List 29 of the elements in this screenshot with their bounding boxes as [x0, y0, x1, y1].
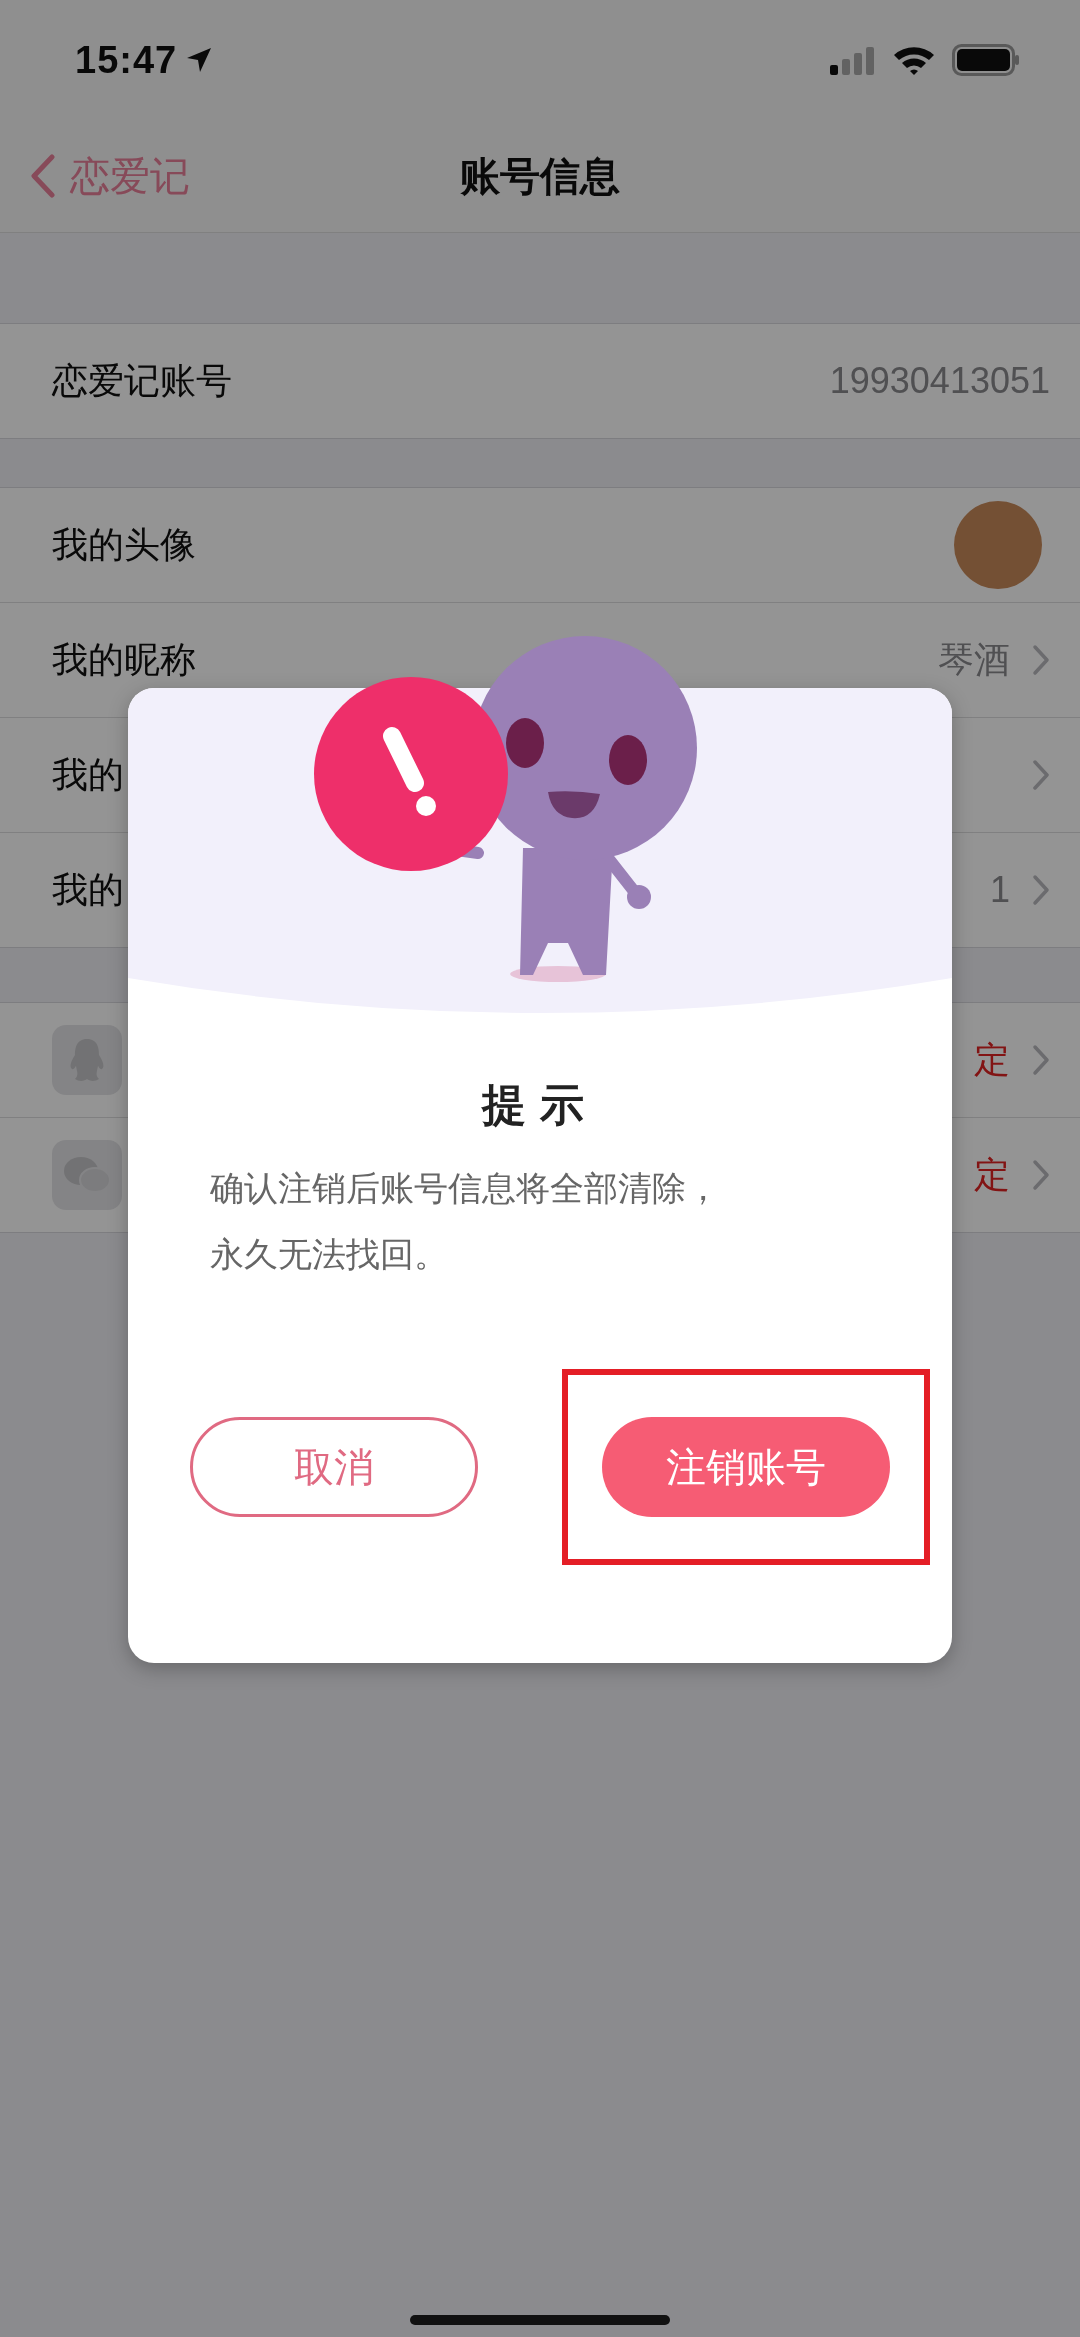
dialog-message: 永久无法找回。	[210, 1234, 449, 1275]
chevron-icon	[1032, 1159, 1050, 1191]
row-label: 我的昵称	[52, 637, 197, 682]
chevron-icon	[1032, 759, 1050, 791]
row-label: 我的头像	[52, 522, 197, 567]
bind-status: 定	[974, 1152, 1010, 1197]
dialog-title: 提示	[480, 1079, 599, 1131]
chevron-icon	[1032, 644, 1050, 676]
row-value: 1	[989, 869, 1010, 911]
account-number: 19930413051	[829, 360, 1050, 402]
cancel-button[interactable]: 取消	[190, 1417, 478, 1517]
back-chevron-icon	[30, 154, 56, 198]
chevron-icon	[1032, 1044, 1050, 1076]
warning-icon	[314, 677, 508, 871]
bind-status: 定	[974, 1037, 1010, 1082]
dialog-message: 确认注销后账号信息将全部清除，	[210, 1168, 721, 1209]
row-label: 恋爱记账号	[52, 358, 233, 403]
location-arrow-icon	[185, 46, 214, 74]
status-time: 15:47	[75, 38, 178, 82]
chevron-icon	[1032, 874, 1050, 906]
delete-account-button[interactable]: 注销账号	[602, 1417, 890, 1517]
back-button[interactable]: 恋爱记	[30, 120, 190, 232]
wifi-icon	[892, 44, 936, 76]
signal-icon	[830, 45, 876, 75]
row-label: 我的	[52, 752, 125, 797]
page-title: 账号信息	[460, 152, 620, 200]
row-value: 琴酒	[938, 637, 1010, 682]
battery-icon	[952, 44, 1020, 76]
row-label: 我的	[52, 867, 125, 912]
